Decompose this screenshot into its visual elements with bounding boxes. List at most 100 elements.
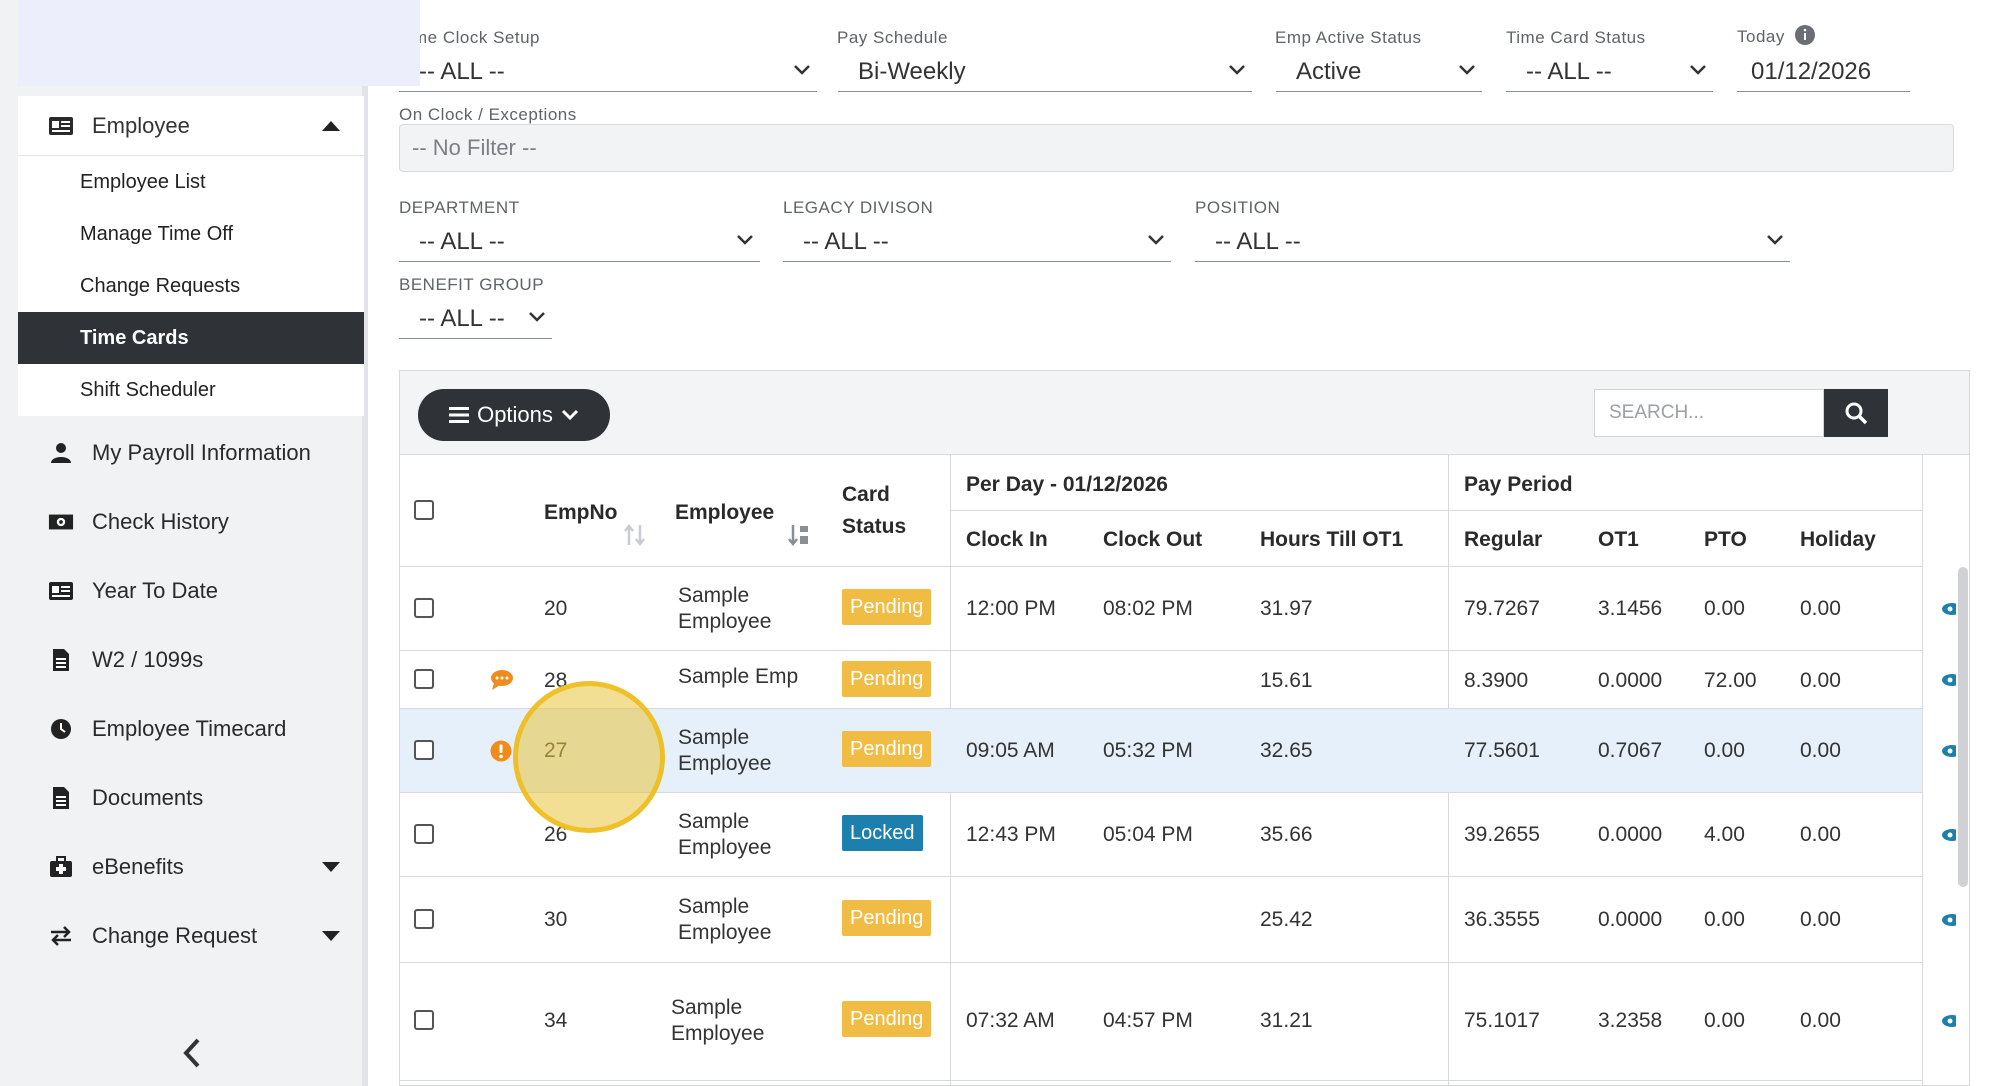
table-row[interactable]: 26 Sample Employee Locked 12:43 PM 05:04… [400,793,1956,877]
sidebar-item-documents[interactable]: Documents [18,770,364,826]
regular-cell: 39.2655 [1464,823,1540,846]
chevron-left-icon[interactable] [178,1036,208,1070]
clock-in-cell: 12:00 PM [966,597,1056,620]
today-date-input[interactable]: 01/12/2026 [1737,52,1910,92]
empno-cell: 34 [544,1009,568,1032]
select-value: Bi-Weekly [858,57,966,85]
holiday-cell: 0.00 [1800,1009,1841,1032]
comment-icon[interactable] [490,669,514,691]
clock-in-cell: 09:05 AM [966,739,1055,762]
table-row[interactable]: 34 Sample Employee Pending 07:32 AM 04:5… [400,963,1956,1081]
benefit-group-select[interactable]: -- ALL -- [399,299,552,339]
sidebar-item-shift-scheduler[interactable]: Shift Scheduler [18,364,364,416]
sort-icon[interactable] [623,523,647,547]
sidebar-group-employee[interactable]: Employee [18,96,364,156]
employee-cell[interactable]: Sample Employee [671,995,791,1047]
sidebar-item-ebenefits[interactable]: eBenefits [18,839,364,895]
header-hours-till-ot1[interactable]: Hours Till OT1 [1260,528,1403,552]
sidebar-item-label: My Payroll Information [92,440,311,465]
time-card-status-label: Time Card Status [1506,28,1646,47]
sidebar-item-label: eBenefits [92,854,184,879]
select-all-checkbox[interactable] [414,500,434,520]
row-checkbox[interactable] [414,740,434,760]
pto-cell: 0.00 [1704,597,1745,620]
table-scrollbar[interactable] [1958,567,1968,887]
pay-schedule-select[interactable]: Bi-Weekly [838,52,1252,92]
row-checkbox[interactable] [414,669,434,689]
chevron-down-icon [1229,65,1245,75]
header-employee[interactable]: Employee [675,501,774,525]
eye-icon[interactable] [1940,1014,1956,1028]
sidebar-item-w2-1099s[interactable]: W2 / 1099s [18,632,364,688]
sidebar-item-year-to-date[interactable]: Year To Date [18,563,364,619]
sidebar-item-employee-timecard[interactable]: Employee Timecard [18,701,364,757]
table-row[interactable]: 30 Sample Employee Pending 25.42 36.3555… [400,877,1956,963]
sidebar-item-employee-list[interactable]: Employee List [18,156,364,208]
clock-out-cell: 04:57 PM [1103,1009,1193,1032]
header-pay-period: Pay Period [1464,473,1573,496]
on-clock-exceptions-select[interactable]: -- No Filter -- [399,124,1954,172]
row-checkbox[interactable] [414,909,434,929]
row-checkbox[interactable] [414,1010,434,1030]
date-value: 01/12/2026 [1751,57,1872,85]
eye-icon[interactable] [1940,744,1956,758]
header-pto[interactable]: PTO [1704,528,1747,552]
time-clock-setup-select[interactable]: -- ALL -- [399,52,817,92]
legacy-division-select[interactable]: -- ALL -- [783,222,1171,262]
exclamation-icon[interactable] [490,740,512,762]
position-select[interactable]: -- ALL -- [1195,222,1790,262]
eye-icon[interactable] [1940,828,1956,842]
header-holiday[interactable]: Holiday [1800,528,1876,552]
info-icon[interactable] [1795,25,1815,45]
row-checkbox[interactable] [414,598,434,618]
employee-cell[interactable]: Sample Employee [678,583,798,635]
hours-till-ot1-cell: 25.42 [1260,908,1313,931]
sidebar-item-label: Employee Timecard [92,716,287,741]
select-value: -- No Filter -- [412,135,537,160]
regular-cell: 36.3555 [1464,908,1540,931]
table-row[interactable]: 27 Sample Employee Pending 09:05 AM 05:3… [400,709,1956,793]
employee-cell[interactable]: Sample Emp [678,665,838,689]
sort-alpha-icon[interactable] [787,523,811,547]
sidebar-item-my-payroll-information[interactable]: My Payroll Information [18,425,364,481]
row-checkbox[interactable] [414,824,434,844]
options-button[interactable]: Options [418,389,610,441]
status-badge: Pending [842,661,932,697]
emp-active-status-select[interactable]: Active [1276,52,1482,92]
eye-icon[interactable] [1940,913,1956,927]
eye-icon[interactable] [1940,673,1956,687]
id-card-icon [48,579,74,603]
sidebar-item-change-request[interactable]: Change Request [18,908,364,964]
search-input[interactable]: SEARCH... [1594,389,1824,437]
sidebar-item-manage-time-off[interactable]: Manage Time Off [18,208,364,260]
sidebar-item-check-history[interactable]: Check History [18,494,364,550]
department-select[interactable]: -- ALL -- [399,222,760,262]
sidebar-item-change-requests[interactable]: Change Requests [18,260,364,312]
search-button[interactable] [1824,389,1888,437]
holiday-cell: 0.00 [1800,597,1841,620]
table-row[interactable]: 28 Sample Emp Pending 15.61 8.3900 0.000… [400,651,1956,709]
employee-cell[interactable]: Sample Employee [678,894,798,946]
emp-active-status-label: Emp Active Status [1275,28,1422,47]
document-icon [48,786,74,810]
logo-area [18,0,420,86]
header-clock-out[interactable]: Clock Out [1103,528,1202,552]
sidebar-item-time-cards[interactable]: Time Cards [18,312,364,364]
document-icon [48,648,74,672]
status-badge: Locked [842,815,923,851]
ot1-cell: 3.2358 [1598,1009,1663,1032]
sidebar-item-label: Documents [92,785,204,810]
hours-till-ot1-cell: 31.97 [1260,597,1313,620]
table-row[interactable]: 20 Sample Employee Pending 12:00 PM 08:0… [400,567,1956,651]
eye-icon[interactable] [1940,602,1956,616]
time-card-status-select[interactable]: -- ALL -- [1506,52,1713,92]
header-regular[interactable]: Regular [1464,528,1542,552]
header-clock-in[interactable]: Clock In [966,528,1048,552]
employee-submenu: Employee List Manage Time Off Change Req… [18,156,364,416]
sidebar-item-label: W2 / 1099s [92,647,204,672]
employee-cell[interactable]: Sample Employee [678,809,798,861]
header-empno[interactable]: EmpNo [544,501,618,525]
header-ot1[interactable]: OT1 [1598,528,1639,552]
header-card-status-line2: Status [842,515,907,538]
employee-cell[interactable]: Sample Employee [678,725,798,777]
